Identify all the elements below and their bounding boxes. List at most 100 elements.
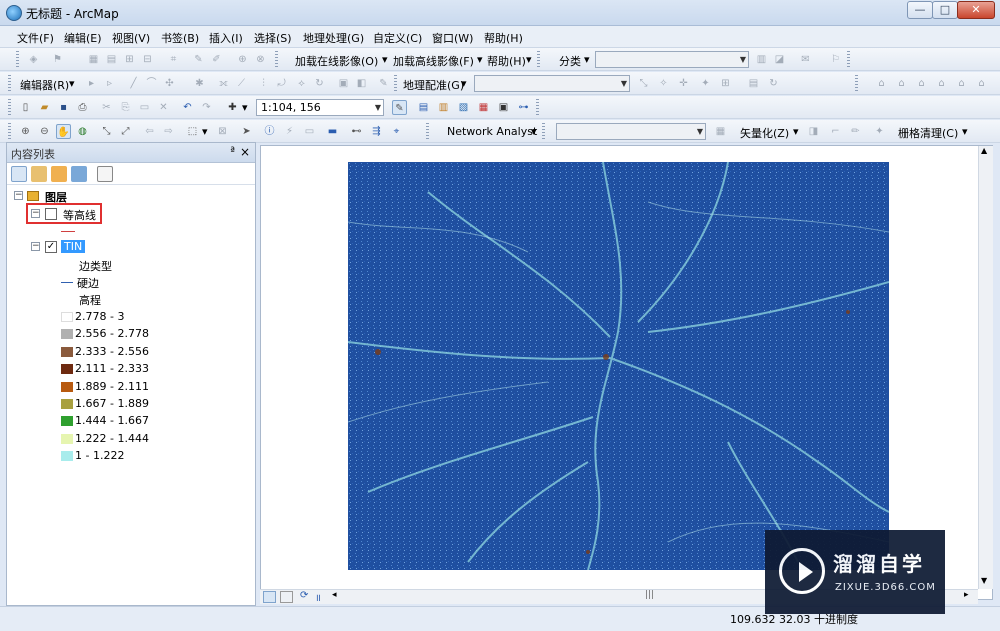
map-tool-4-icon[interactable]: ⌂	[934, 76, 949, 91]
legend-swatch[interactable]	[61, 312, 73, 322]
network-analyst-menu-button[interactable]: Network Analyst	[447, 125, 537, 138]
select-features-icon[interactable]: ⬚	[185, 124, 200, 139]
point-icon[interactable]: ✣	[162, 76, 177, 91]
snap-icon[interactable]: ⊕	[235, 52, 250, 67]
legend-swatch[interactable]	[61, 329, 73, 340]
delete-icon[interactable]: ✕	[156, 100, 171, 115]
toolbar-grip[interactable]	[394, 75, 397, 91]
dropdown-arrow-icon[interactable]: ▾	[531, 125, 537, 138]
view-link-table-icon[interactable]: ⊞	[718, 76, 733, 91]
html-popup-icon[interactable]: ▭	[302, 124, 317, 139]
rotate-georef-icon[interactable]: ⤡	[636, 76, 651, 91]
zoom-in-icon[interactable]: ⊕	[18, 124, 33, 139]
new-document-icon[interactable]: ▯	[18, 100, 33, 115]
pin-icon[interactable]: ª	[230, 146, 235, 157]
map-scale-combo[interactable]: 1:104, 156 ▼	[256, 99, 384, 116]
list-by-drawing-order-icon[interactable]	[11, 166, 27, 182]
viewer-icon[interactable]: ▤	[746, 76, 761, 91]
dropdown-arrow-icon[interactable]: ▾	[69, 77, 75, 90]
cut-layer-icon[interactable]: ⌗	[166, 52, 181, 67]
legend-swatch[interactable]	[61, 399, 73, 409]
tin-raster-display[interactable]	[348, 162, 889, 570]
dropdown-arrow-icon[interactable]: ▾	[793, 125, 799, 138]
reshape-feature-icon[interactable]: ⟗	[216, 76, 231, 91]
dropdown-arrow-icon[interactable]: ▾	[382, 53, 388, 66]
add-data-icon[interactable]: ✚	[225, 100, 240, 115]
editor-menu-button[interactable]: 编辑器(R)	[20, 77, 69, 93]
scroll-up-arrow-icon[interactable]: ▲	[981, 146, 987, 155]
menu-geoprocessing[interactable]: 地理处理(G)	[303, 30, 364, 46]
classify-combo[interactable]: ▼	[595, 51, 749, 68]
hard-edge-symbol[interactable]	[61, 282, 73, 283]
legend-item[interactable]: 2.111 - 2.333	[7, 361, 247, 378]
cleanup-wand-icon[interactable]: ✦	[872, 124, 887, 139]
menu-bookmarks[interactable]: 书签(B)	[161, 30, 199, 46]
forward-arrow-icon[interactable]: ⇨	[161, 124, 176, 139]
toolbar-grip[interactable]	[536, 99, 539, 115]
flag-tool-icon[interactable]: ⚐	[828, 52, 843, 67]
data-view-icon[interactable]	[263, 591, 276, 603]
edit-tool-icon[interactable]: ▸	[84, 76, 99, 91]
refresh-icon[interactable]: ⟳	[300, 590, 308, 601]
toolbar-grip[interactable]	[8, 123, 11, 139]
legend-swatch[interactable]	[61, 416, 73, 427]
fixed-zoom-in-icon[interactable]: ⤡	[99, 124, 114, 139]
legend-swatch[interactable]	[61, 346, 73, 357]
back-arrow-icon[interactable]: ⇦	[142, 124, 157, 139]
legend-swatch[interactable]	[61, 451, 73, 462]
toolbar-grip[interactable]	[426, 123, 429, 139]
list-by-source-icon[interactable]	[31, 166, 47, 182]
table-of-contents-icon[interactable]: ▤	[416, 100, 431, 115]
georeferencing-menu-button[interactable]: 地理配准(G)	[403, 77, 464, 93]
menu-customize[interactable]: 自定义(C)	[373, 30, 422, 46]
layout-view-icon[interactable]	[280, 591, 293, 603]
layer-icon[interactable]: ◈	[26, 52, 41, 67]
vertical-scrollbar[interactable]: ▲ ▼	[978, 146, 993, 589]
toolbar-grip[interactable]	[855, 75, 858, 91]
menu-file[interactable]: 文件(F)	[17, 30, 54, 46]
contour-line-symbol[interactable]	[61, 231, 75, 232]
pan-hand-icon[interactable]: ✋	[56, 124, 71, 139]
create-features-icon[interactable]: ✎	[376, 76, 391, 91]
topology-icon[interactable]: ⊗	[253, 52, 268, 67]
print-icon[interactable]: ⎙	[75, 100, 90, 115]
toolbar-grip[interactable]	[16, 51, 19, 67]
tin-visibility-checkbox[interactable]: ✓	[45, 241, 57, 253]
vectorize-menu-button[interactable]: 矢量化(Z)	[740, 125, 789, 141]
scroll-right-arrow-icon[interactable]: ▸	[964, 590, 969, 600]
menu-windows[interactable]: 窗口(W)	[432, 30, 473, 46]
catalog-icon[interactable]: ▥	[436, 100, 451, 115]
raster-snap-icon[interactable]: ⌐	[828, 124, 843, 139]
menu-edit[interactable]: 编辑(E)	[64, 30, 102, 46]
dropdown-arrow-icon[interactable]: ▾	[477, 53, 483, 66]
cut-icon[interactable]: ✂	[99, 100, 114, 115]
dropdown-arrow-icon[interactable]: ▾	[584, 53, 590, 66]
vectorize-settings-icon[interactable]: ◨	[806, 124, 821, 139]
toc-close-icon[interactable]: ×	[240, 145, 250, 159]
find-route-icon[interactable]: ⇶	[369, 124, 384, 139]
pan-layer-icon[interactable]: ◪	[772, 52, 787, 67]
scroll-thumb-grip[interactable]: |||	[645, 590, 654, 600]
legend-item[interactable]: 2.778 - 3	[7, 309, 247, 326]
dropdown-arrow-icon[interactable]: ▾	[526, 53, 532, 66]
editor-toolbar-icon[interactable]: ✎	[392, 100, 407, 115]
fixed-zoom-out-icon[interactable]: ⤢	[118, 124, 133, 139]
copy-icon[interactable]: ⎘	[118, 100, 133, 115]
edit-vertex-icon[interactable]: ✎	[191, 52, 206, 67]
redo-icon[interactable]: ↷	[199, 100, 214, 115]
add-online-imagery-button[interactable]: 加载在线影像(O)	[295, 53, 378, 69]
toolbar-grip[interactable]	[8, 99, 11, 115]
map-tool-3-icon[interactable]: ⌂	[914, 76, 929, 91]
menu-insert[interactable]: 插入(I)	[209, 30, 243, 46]
flag-icon[interactable]: ⚑	[50, 52, 65, 67]
raster-pencil-icon[interactable]: ✏	[848, 124, 863, 139]
hyperlink-icon[interactable]: ⚡	[282, 124, 297, 139]
toolbar-grip[interactable]	[542, 123, 545, 139]
rotate-icon[interactable]: ⤾	[274, 76, 289, 91]
curve-segment-icon[interactable]: ⌒	[144, 76, 159, 91]
sketch-icon[interactable]: ⟡	[294, 76, 309, 91]
paste-icon[interactable]: ▭	[137, 100, 152, 115]
georef-layer-combo[interactable]: ▼	[474, 75, 630, 92]
full-extent-globe-icon[interactable]: ◍	[75, 124, 90, 139]
model-builder-icon[interactable]: ⊶	[516, 100, 531, 115]
